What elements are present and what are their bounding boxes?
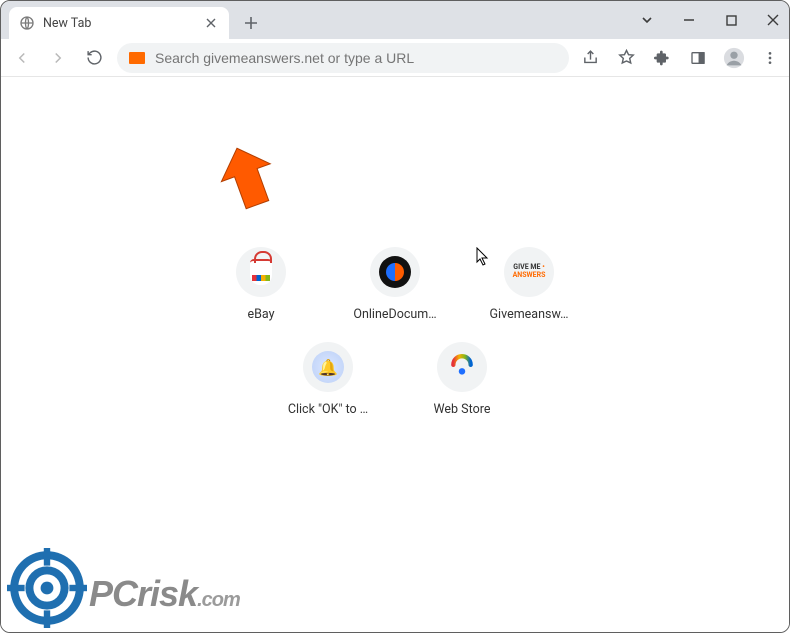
shortcut-onlinedocum[interactable]: OnlineDocum… (340, 247, 450, 322)
close-tab-icon[interactable] (203, 15, 219, 31)
address-input[interactable] (155, 50, 557, 66)
browser-tab[interactable]: New Tab (9, 7, 229, 39)
shortcut-label: OnlineDocum… (353, 307, 436, 322)
givemeanswers-icon: GIVE ME • ANSWERS (504, 247, 554, 297)
search-engine-icon (129, 52, 145, 64)
shortcut-label: Click "OK" to … (288, 402, 368, 417)
back-button[interactable] (9, 45, 35, 71)
ebay-icon (236, 247, 286, 297)
onlinedocum-icon (370, 247, 420, 297)
new-tab-button[interactable] (237, 9, 265, 37)
pcrisk-watermark: PCrisk.com (7, 548, 240, 628)
shortcut-label: eBay (247, 307, 274, 322)
toolbar (1, 39, 789, 77)
minimize-icon[interactable] (679, 10, 699, 30)
tab-title: New Tab (43, 16, 195, 31)
target-icon (7, 548, 87, 628)
tab-strip: New Tab (1, 1, 789, 39)
chevron-down-icon[interactable] (637, 10, 657, 30)
bell-icon: 🔔 (303, 342, 353, 392)
page-content: eBay OnlineDocum… GIVE ME • ANSWERS Give… (1, 77, 789, 632)
shortcut-givemeanswers[interactable]: GIVE ME • ANSWERS Givemeansw… (474, 247, 584, 322)
icon-text-line2: ANSWERS (513, 271, 546, 279)
shortcut-label: Givemeansw… (490, 307, 569, 322)
shortcut-webstore[interactable]: Web Store (407, 342, 517, 417)
close-icon[interactable] (763, 10, 783, 30)
shortcut-click-ok[interactable]: 🔔 Click "OK" to … (273, 342, 383, 417)
window-controls (637, 1, 783, 39)
share-icon[interactable] (579, 47, 601, 69)
kebab-menu-icon[interactable] (759, 47, 781, 69)
side-panel-icon[interactable] (687, 47, 709, 69)
extensions-icon[interactable] (651, 47, 673, 69)
webstore-icon (437, 342, 487, 392)
watermark-suffix: .com (197, 589, 240, 611)
profile-avatar-icon[interactable] (723, 47, 745, 69)
maximize-icon[interactable] (721, 10, 741, 30)
shortcuts-grid: eBay OnlineDocum… GIVE ME • ANSWERS Give… (175, 247, 615, 417)
forward-button[interactable] (45, 45, 71, 71)
watermark-text: PCrisk (89, 573, 197, 614)
shortcut-label: Web Store (434, 402, 491, 417)
bookmark-star-icon[interactable] (615, 47, 637, 69)
shortcut-ebay[interactable]: eBay (206, 247, 316, 322)
annotation-arrow-icon (216, 147, 276, 211)
address-bar[interactable] (117, 43, 569, 73)
reload-button[interactable] (81, 45, 107, 71)
globe-icon (19, 15, 35, 31)
